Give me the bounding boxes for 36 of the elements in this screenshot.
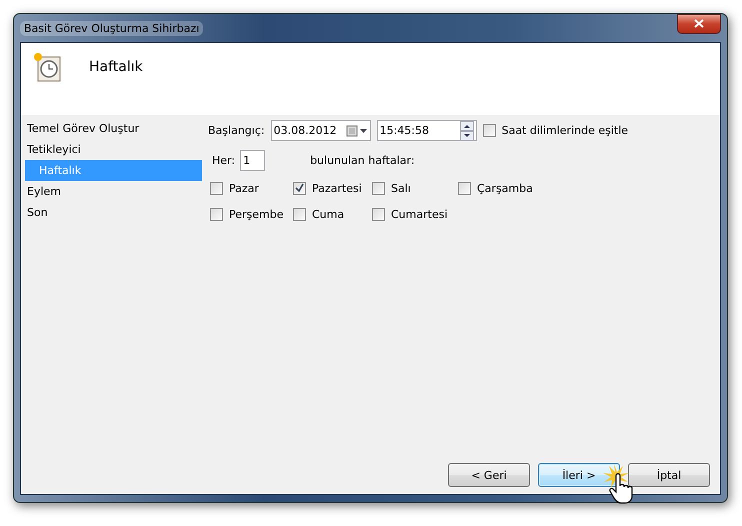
checkbox[interactable] — [482, 124, 496, 137]
step-item[interactable]: Temel Görev Oluştur — [25, 118, 202, 139]
window-title: Basit Görev Oluşturma Sihirbazı — [20, 20, 204, 36]
checkbox[interactable] — [210, 208, 223, 221]
start-label: Başlangıç: — [208, 124, 265, 137]
calendar-clock-icon — [33, 53, 63, 83]
wizard-button[interactable]: < Geri — [448, 463, 530, 487]
day-label: Pazartesi — [312, 182, 362, 195]
checkbox[interactable] — [293, 182, 306, 195]
step-item[interactable]: Eylem — [25, 181, 202, 202]
time-field[interactable]: 15:45:58 — [376, 120, 477, 141]
day-label: Perşembe — [229, 208, 284, 221]
day-label: Cuma — [312, 208, 344, 221]
day-label: Cumartesi — [391, 208, 448, 221]
page-title: Haftalık — [89, 59, 143, 75]
wizard-button[interactable]: İptal — [628, 463, 710, 487]
day-label: Pazar — [229, 182, 259, 195]
day-label: Salı — [391, 182, 411, 195]
checkbox[interactable] — [372, 208, 385, 221]
close-icon — [694, 19, 704, 28]
close-button[interactable] — [677, 14, 721, 34]
step-item[interactable]: Son — [25, 202, 202, 223]
wizard-button[interactable]: İleri > — [538, 463, 620, 487]
date-field[interactable]: 03.08.2012 — [270, 120, 371, 141]
step-item[interactable]: Tetikleyici — [25, 139, 202, 160]
day-label: Çarşamba — [477, 182, 533, 195]
spin-icon — [460, 120, 474, 140]
interval-field[interactable]: 1 — [240, 150, 266, 171]
checkbox[interactable] — [372, 182, 385, 195]
checkbox[interactable] — [458, 182, 471, 195]
checkbox[interactable] — [210, 182, 223, 195]
checkbox-label: Saat dilimlerinde eşitle — [502, 124, 628, 137]
checkbox[interactable] — [293, 208, 306, 221]
weeks-label: bulunulan haftalar: — [310, 154, 415, 167]
calendar-dropdown-icon — [346, 124, 368, 136]
every-label: Her: — [212, 154, 236, 167]
